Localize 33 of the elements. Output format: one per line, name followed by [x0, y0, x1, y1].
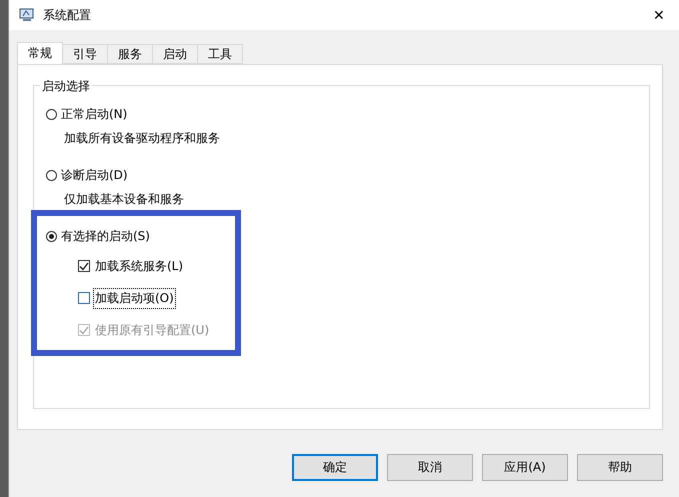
tab[interactable]: 引导 — [62, 44, 108, 64]
radio-option[interactable]: 正常启动(N) — [46, 104, 639, 124]
radio-icon[interactable] — [46, 108, 57, 120]
radio-option[interactable]: 有选择的启动(S) — [46, 226, 639, 246]
checkbox-option[interactable]: 加载系统服务(L) — [78, 256, 639, 276]
tab[interactable]: 服务 — [107, 44, 153, 64]
dialog-button[interactable]: 确定 — [292, 454, 378, 481]
tab[interactable]: 启动 — [152, 44, 198, 64]
dialog-button[interactable]: 取消 — [387, 454, 473, 481]
checkbox[interactable] — [78, 292, 90, 304]
checkbox[interactable] — [78, 260, 90, 272]
checkbox-label: 加载启动项(O) — [93, 288, 176, 308]
radio-icon[interactable] — [46, 170, 57, 180]
checkmark-icon — [79, 262, 89, 270]
radio-label: 诊断启动(D) — [61, 166, 128, 184]
group-title: 启动选择 — [40, 78, 92, 95]
tab[interactable]: 工具 — [197, 44, 243, 64]
radio-label: 有选择的启动(S) — [61, 228, 150, 244]
radio-option[interactable]: 诊断启动(D) — [46, 165, 639, 185]
dialog-button[interactable]: 应用(A) — [482, 454, 568, 481]
close-button[interactable]: ✕ — [639, 0, 679, 30]
checkmark-icon — [79, 326, 89, 334]
checkbox-option[interactable]: 加载启动项(O) — [78, 288, 639, 308]
checkbox-label: 使用原有引导配置(U) — [94, 322, 210, 338]
checkbox-label: 加载系统服务(L) — [94, 258, 184, 274]
radio-icon[interactable] — [46, 230, 57, 242]
window-title: 系统配置 — [43, 6, 92, 24]
dialog-button[interactable]: 帮助 — [577, 454, 663, 481]
option-description: 加载所有设备驱动程序和服务 — [64, 130, 221, 147]
tab[interactable]: 常规 — [17, 42, 63, 64]
monitor-icon — [19, 7, 35, 23]
radio-label: 正常启动(N) — [61, 106, 128, 122]
option-description: 仅加载基本设备和服务 — [64, 191, 185, 208]
